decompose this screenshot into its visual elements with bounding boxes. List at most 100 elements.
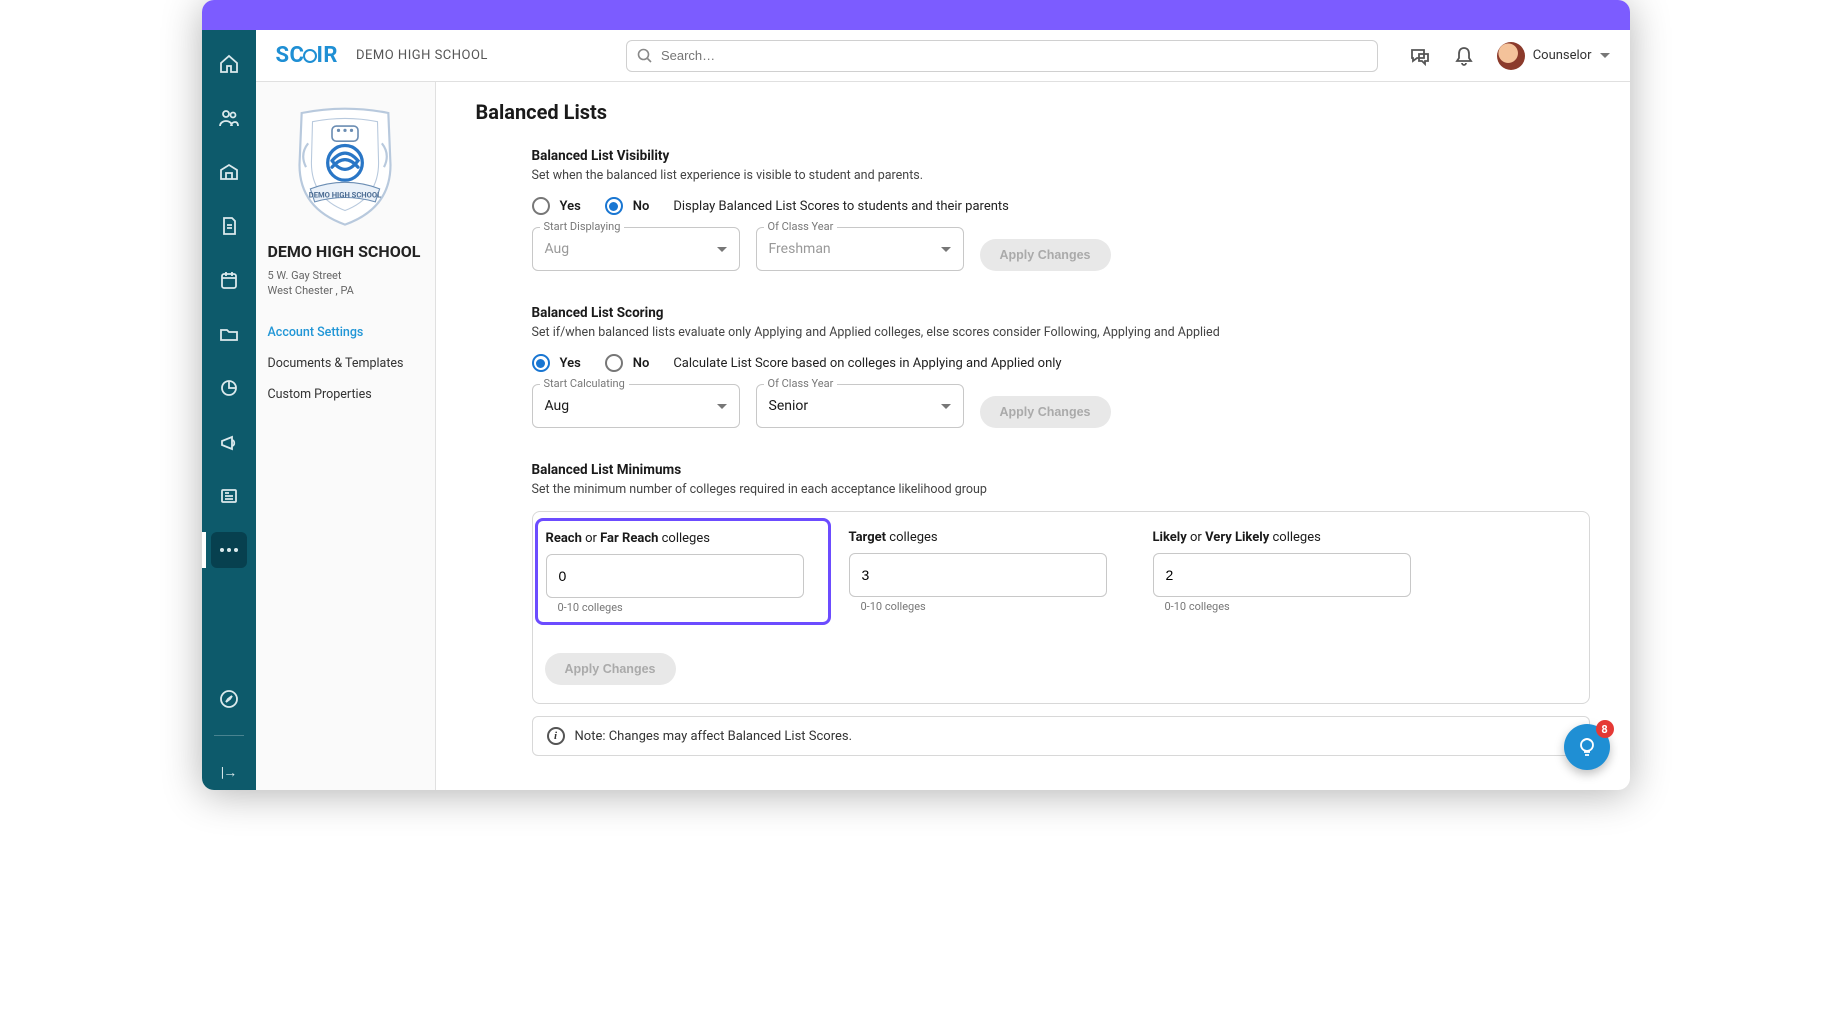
visibility-class-label: Of Class Year <box>764 220 838 233</box>
reach-input[interactable] <box>546 554 804 598</box>
search-box[interactable] <box>626 40 1378 72</box>
document-icon <box>218 215 240 237</box>
visibility-start-label: Start Displaying <box>540 220 625 233</box>
nav-divider <box>214 735 244 736</box>
scoring-no-label: No <box>633 356 650 371</box>
visibility-desc: Set when the balanced list experience is… <box>532 168 1590 183</box>
avatar <box>1497 42 1525 70</box>
nav-document[interactable] <box>211 208 247 244</box>
chevron-down-icon <box>717 247 727 252</box>
visibility-yes-label: Yes <box>560 199 581 214</box>
people-icon <box>218 107 240 129</box>
nav-analytics[interactable] <box>211 370 247 406</box>
scoring-radio-no[interactable] <box>605 354 623 372</box>
nav-school[interactable] <box>211 154 247 190</box>
minimums-desc: Set the minimum number of colleges requi… <box>532 482 1590 497</box>
likely-help: 0-10 colleges <box>1153 600 1433 613</box>
reach-label: Reach or Far Reach colleges <box>546 531 820 546</box>
reach-help: 0-10 colleges <box>546 601 820 614</box>
minimums-section: Balanced List Minimums Set the minimum n… <box>476 462 1590 756</box>
page-title: Balanced Lists <box>476 100 1590 124</box>
sidebar-address-1: 5 W. Gay Street <box>264 269 427 284</box>
visibility-section: Balanced List Visibility Set when the ba… <box>476 148 1590 271</box>
visibility-class-select[interactable]: Freshman <box>756 227 964 271</box>
minimums-panel: Reach or Far Reach colleges 0-10 college… <box>532 511 1590 704</box>
scoring-class-select[interactable]: Senior <box>756 384 964 428</box>
scoring-radio-yes[interactable] <box>532 354 550 372</box>
chevron-down-icon <box>717 404 727 409</box>
visibility-start-select[interactable]: Aug <box>532 227 740 271</box>
help-badge: 8 <box>1596 720 1614 738</box>
target-input[interactable] <box>849 553 1107 597</box>
scoring-start-label: Start Calculating <box>540 377 629 390</box>
calendar-icon <box>218 269 240 291</box>
minimums-note-text: Note: Changes may affect Balanced List S… <box>575 729 853 744</box>
scoring-section: Balanced List Scoring Set if/when balanc… <box>476 305 1590 428</box>
search-input[interactable] <box>661 48 1367 63</box>
nav-folder[interactable] <box>211 316 247 352</box>
pie-icon <box>218 377 240 399</box>
scoring-start-value: Aug <box>545 398 570 414</box>
home-icon <box>218 53 240 75</box>
messages-button[interactable] <box>1409 45 1431 67</box>
nav-compass[interactable] <box>211 681 247 717</box>
minimums-apply-button[interactable]: Apply Changes <box>545 653 676 685</box>
scoring-heading: Balanced List Scoring <box>532 305 1590 321</box>
nav-home[interactable] <box>211 46 247 82</box>
scoring-start-select[interactable]: Aug <box>532 384 740 428</box>
likely-label: Likely or Very Likely colleges <box>1153 530 1433 545</box>
search-icon <box>637 48 653 64</box>
nav-announce[interactable] <box>211 424 247 460</box>
school-crest: DEMO HIGH SCHOOL <box>280 100 410 230</box>
news-icon <box>218 485 240 507</box>
chat-icon <box>1409 45 1431 67</box>
nav-rail: |→ <box>202 30 256 790</box>
chevron-down-icon <box>1600 53 1610 58</box>
bell-icon <box>1453 45 1475 67</box>
expand-icon: |→ <box>221 764 236 781</box>
help-bulb-icon <box>1575 735 1599 759</box>
visibility-apply-button[interactable]: Apply Changes <box>980 239 1111 271</box>
nav-calendar[interactable] <box>211 262 247 298</box>
chevron-down-icon <box>941 404 951 409</box>
school-icon <box>218 161 240 183</box>
target-label: Target colleges <box>849 530 1129 545</box>
sidebar-link-documents[interactable]: Documents & Templates <box>264 348 427 379</box>
scoring-caption: Calculate List Score based on colleges i… <box>673 356 1061 371</box>
scoring-class-label: Of Class Year <box>764 377 838 390</box>
visibility-heading: Balanced List Visibility <box>532 148 1590 164</box>
more-icon <box>220 548 238 552</box>
visibility-caption: Display Balanced List Scores to students… <box>673 199 1009 214</box>
minimums-note: i Note: Changes may affect Balanced List… <box>532 716 1590 756</box>
sidebar-link-custom-props[interactable]: Custom Properties <box>264 379 427 410</box>
visibility-radio-yes[interactable] <box>532 197 550 215</box>
compass-icon <box>218 688 240 710</box>
page-sidebar: DEMO HIGH SCHOOL DEMO HIGH SCHOOL 5 W. G… <box>256 82 436 790</box>
nav-reports[interactable] <box>211 478 247 514</box>
context-school-name: DEMO HIGH SCHOOL <box>356 48 488 63</box>
sidebar-link-account-settings[interactable]: Account Settings <box>264 317 427 348</box>
user-menu[interactable]: Counselor <box>1497 42 1610 70</box>
notifications-button[interactable] <box>1453 45 1475 67</box>
sidebar-school-name: DEMO HIGH SCHOOL <box>264 242 427 269</box>
nav-more[interactable] <box>211 532 247 568</box>
help-fab[interactable]: 8 <box>1564 724 1610 770</box>
likely-input[interactable] <box>1153 553 1411 597</box>
window-accent-bar <box>202 0 1630 30</box>
nav-expand[interactable]: |→ <box>211 754 247 790</box>
visibility-start-value: Aug <box>545 241 570 257</box>
nav-people[interactable] <box>211 100 247 136</box>
scoring-class-value: Senior <box>769 398 809 414</box>
logo[interactable]: SCIR <box>276 43 338 68</box>
visibility-radio-no[interactable] <box>605 197 623 215</box>
svg-text:DEMO HIGH SCHOOL: DEMO HIGH SCHOOL <box>309 191 381 200</box>
scoring-apply-button[interactable]: Apply Changes <box>980 396 1111 428</box>
target-help: 0-10 colleges <box>849 600 1129 613</box>
reach-highlight: Reach or Far Reach colleges 0-10 college… <box>535 518 831 625</box>
folder-icon <box>218 323 240 345</box>
visibility-no-label: No <box>633 199 650 214</box>
top-bar: SCIR DEMO HIGH SCHOOL Counselor <box>256 30 1630 82</box>
visibility-class-value: Freshman <box>769 241 831 257</box>
sidebar-address-2: West Chester , PA <box>264 284 427 299</box>
scoring-desc: Set if/when balanced lists evaluate only… <box>532 325 1590 340</box>
